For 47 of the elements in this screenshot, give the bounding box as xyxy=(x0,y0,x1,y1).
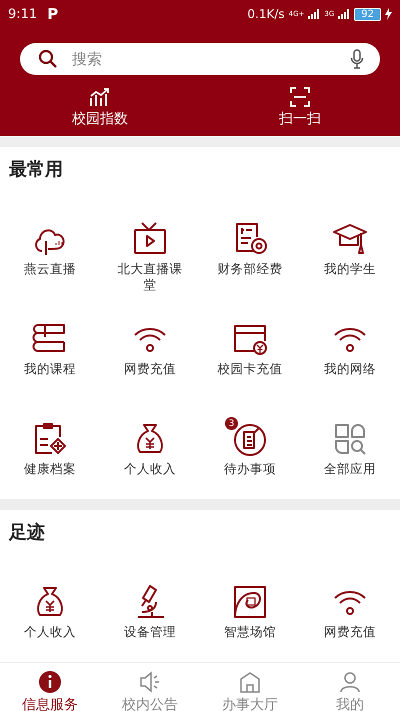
search-field[interactable]: 搜索 xyxy=(70,49,338,69)
app-shortcut[interactable]: 健康档案 xyxy=(0,421,100,499)
app-shortcut[interactable]: 我的学生 xyxy=(300,221,400,299)
nav-tab[interactable]: 我的 xyxy=(300,663,400,711)
app-shortcut[interactable]: 智慧场馆 xyxy=(200,584,300,662)
venue-icon xyxy=(232,584,268,620)
charging-icon xyxy=(385,8,392,20)
app-shortcut[interactable]: 财务部经费 xyxy=(200,221,300,299)
tv-icon xyxy=(132,221,168,257)
quick-action[interactable]: 扫一扫 xyxy=(200,87,400,128)
app-shortcut[interactable]: 个人收入 xyxy=(100,421,200,499)
signal-icon xyxy=(308,9,320,19)
section-title: 最常用 xyxy=(8,158,64,181)
chart-icon xyxy=(89,87,111,107)
search-bar[interactable]: 搜索 xyxy=(20,43,380,75)
building-icon xyxy=(238,670,262,694)
clipboard-icon xyxy=(32,421,68,457)
search-icon xyxy=(38,49,58,69)
section-title: 足迹 xyxy=(8,521,46,544)
battery-level: 92 xyxy=(354,8,381,20)
app-shortcut[interactable]: 网费充值 xyxy=(100,321,200,399)
microphone-icon[interactable] xyxy=(350,49,364,69)
speaker-icon xyxy=(138,670,162,694)
app-shortcut[interactable]: 设备管理 xyxy=(100,584,200,662)
app-shortcut[interactable]: 个人收入 xyxy=(0,584,100,662)
app-shortcut[interactable]: 网费充值 xyxy=(300,584,400,662)
app-shortcut[interactable]: 我的课程 xyxy=(0,321,100,399)
apps-icon xyxy=(332,421,368,457)
signal-icon xyxy=(338,9,350,19)
nav-tab[interactable]: 校内公告 xyxy=(100,663,200,711)
status-time: 9:11 xyxy=(8,6,38,22)
quick-action[interactable]: 校园指数 xyxy=(0,87,200,128)
nav-tab[interactable]: 办事大厅 xyxy=(200,663,300,711)
nav-tab[interactable]: 信息服务 xyxy=(0,663,100,711)
graduation-cap-icon xyxy=(332,221,368,257)
note-icon xyxy=(232,421,268,457)
app-shortcut[interactable]: 我的网络 xyxy=(300,321,400,399)
count-badge: 3 xyxy=(225,417,238,430)
scan-icon xyxy=(290,87,310,107)
app-mark: P xyxy=(47,5,58,23)
network-speed: 0.1K/s xyxy=(247,7,285,21)
person-icon xyxy=(338,670,362,694)
app-shortcut[interactable]: 燕云直播 xyxy=(0,221,100,299)
app-shortcut[interactable]: 校园卡充值 xyxy=(200,321,300,399)
info-icon xyxy=(38,670,62,694)
app-shortcut[interactable]: 全部应用 xyxy=(300,421,400,499)
app-shortcut[interactable]: 北大直播课堂 xyxy=(100,221,200,299)
